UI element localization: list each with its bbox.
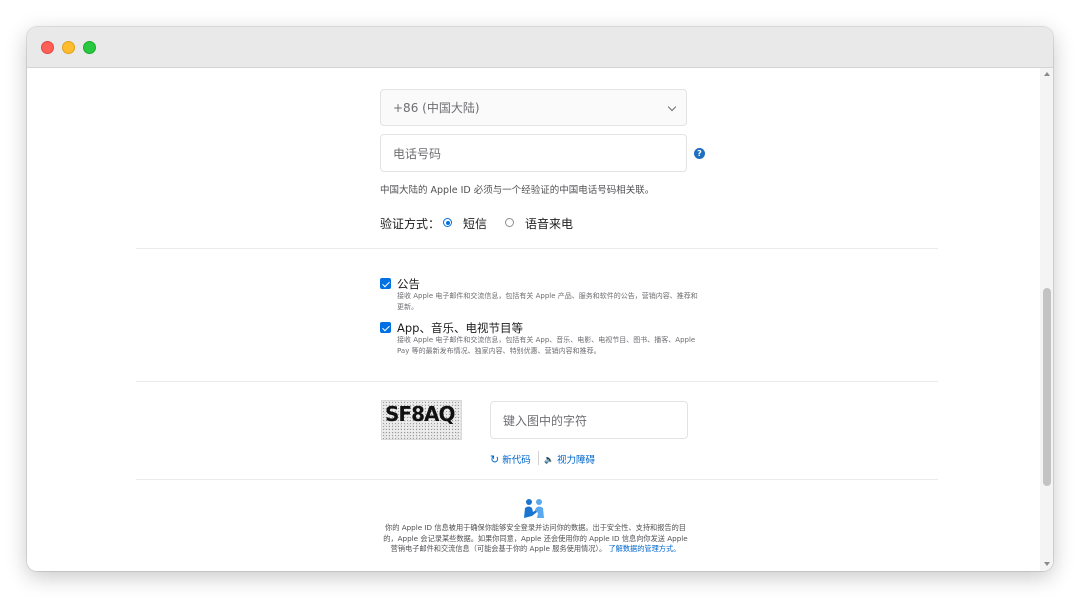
minimize-window-button[interactable] bbox=[62, 41, 75, 54]
close-window-button[interactable] bbox=[41, 41, 54, 54]
info-icon[interactable]: ? bbox=[694, 148, 705, 159]
media-title[interactable]: App、音乐、电视节目等 bbox=[397, 320, 523, 336]
browser-window: +86 (中国大陆) 电话号码 ? 中国大陆的 Apple ID 必须与一个经验… bbox=[27, 27, 1053, 571]
accessibility-audio-label: 视力障碍 bbox=[556, 455, 595, 466]
media-checkbox[interactable] bbox=[380, 322, 391, 333]
media-desc: 接收 Apple 电子邮件和交流信息，包括有关 App、音乐、电影、电视节目、图… bbox=[397, 336, 696, 355]
scroll-up-arrow-icon[interactable] bbox=[1044, 72, 1050, 76]
page-content: +86 (中国大陆) 电话号码 ? 中国大陆的 Apple ID 必须与一个经验… bbox=[27, 68, 1053, 571]
window-titlebar bbox=[27, 27, 1053, 68]
speaker-icon: 🔈 bbox=[544, 454, 554, 464]
chevron-down-icon bbox=[667, 102, 677, 112]
accessibility-audio-button[interactable]: 🔈 视力障碍 bbox=[544, 452, 595, 467]
announcements-title[interactable]: 公告 bbox=[397, 276, 420, 292]
voice-call-label[interactable]: 语音来电 bbox=[525, 215, 573, 232]
section-divider bbox=[136, 248, 938, 249]
scroll-down-arrow-icon[interactable] bbox=[1044, 562, 1050, 566]
announcements-checkbox[interactable] bbox=[380, 278, 391, 289]
captcha-placeholder: 键入图中的字符 bbox=[503, 413, 588, 428]
captcha-image-text: SF8AQ bbox=[385, 402, 455, 426]
section-divider bbox=[136, 479, 938, 480]
scrollbar-thumb[interactable] bbox=[1043, 288, 1051, 486]
link-separator bbox=[538, 451, 539, 465]
sms-label[interactable]: 短信 bbox=[463, 215, 487, 232]
zoom-window-button[interactable] bbox=[83, 41, 96, 54]
country-code-select[interactable]: +86 (中国大陆) bbox=[380, 89, 687, 126]
refresh-icon: ↻ bbox=[490, 452, 500, 466]
privacy-statement: 你的 Apple ID 信息被用于确保你能够安全登录并访问你的数据。出于安全性、… bbox=[380, 523, 691, 555]
data-management-link[interactable]: 了解数据的管理方式。 bbox=[608, 544, 680, 553]
phone-note: 中国大陆的 Apple ID 必须与一个经验证的中国电话号码相关联。 bbox=[380, 185, 655, 196]
captcha-image: SF8AQ bbox=[381, 400, 462, 440]
handshake-people-icon bbox=[524, 499, 544, 518]
captcha-input[interactable]: 键入图中的字符 bbox=[490, 401, 688, 439]
voice-call-radio[interactable] bbox=[505, 218, 514, 227]
phone-number-placeholder: 电话号码 bbox=[393, 146, 442, 161]
phone-number-input[interactable]: 电话号码 bbox=[380, 134, 687, 172]
section-divider bbox=[136, 381, 938, 382]
new-code-button[interactable]: ↻ 新代码 bbox=[490, 452, 531, 467]
country-code-value: +86 (中国大陆) bbox=[393, 101, 480, 115]
new-code-label: 新代码 bbox=[502, 455, 531, 466]
verify-method-label: 验证方式： bbox=[380, 217, 441, 231]
announcements-desc: 接收 Apple 电子邮件和交流信息，包括有关 Apple 产品、服务和软件的公… bbox=[397, 292, 698, 311]
sms-radio[interactable] bbox=[443, 218, 452, 227]
